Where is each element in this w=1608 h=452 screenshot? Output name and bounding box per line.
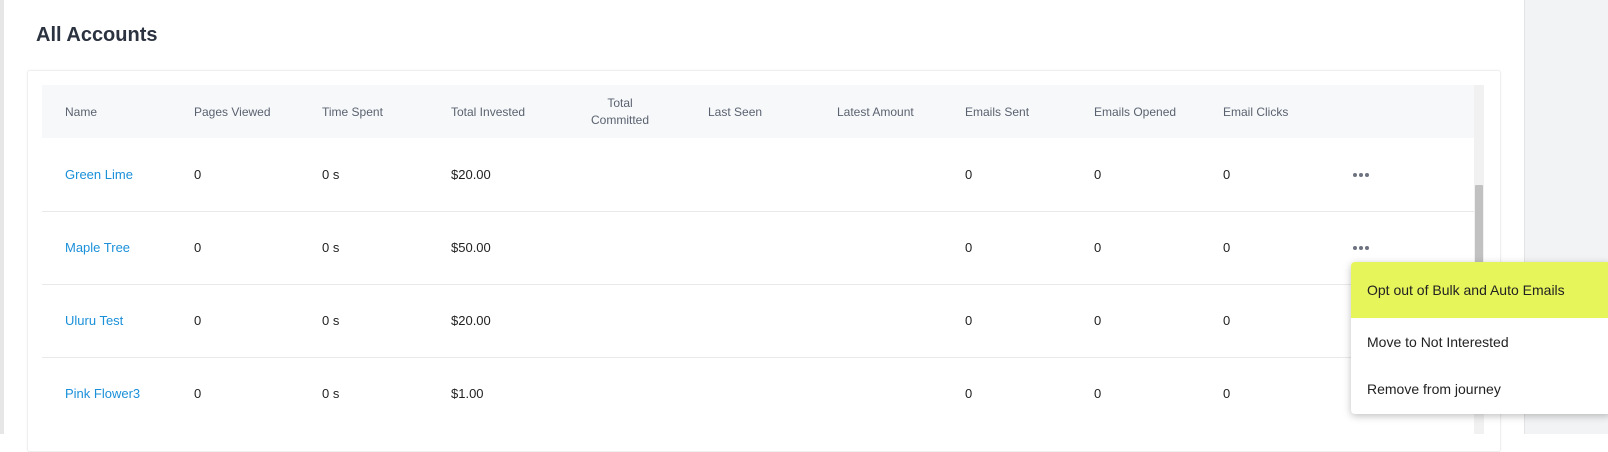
menu-item-remove-from-journey[interactable]: Remove from journey — [1351, 365, 1608, 412]
header-latest-amount[interactable]: Latest Amount — [837, 85, 914, 138]
page-title: All Accounts — [36, 24, 158, 46]
emails-sent-cell: 0 — [965, 313, 973, 328]
table-row: Maple Tree 0 0 s $50.00 0 0 0 — [42, 211, 1474, 285]
total-invested-cell: $20.00 — [451, 313, 491, 328]
emails-sent-cell: 0 — [965, 240, 973, 255]
pages-viewed-cell: 0 — [194, 386, 202, 401]
header-total-committed-line1: Total — [607, 95, 633, 110]
pages-viewed-cell: 0 — [194, 167, 202, 182]
header-emails-opened[interactable]: Emails Opened — [1094, 85, 1176, 138]
time-spent-cell: 0 s — [322, 167, 340, 182]
more-horizontal-icon[interactable] — [1353, 138, 1371, 211]
left-edge-border — [0, 0, 4, 434]
menu-item-move-to-not-interested[interactable]: Move to Not Interested — [1351, 318, 1608, 365]
total-invested-cell: $20.00 — [451, 167, 491, 182]
email-clicks-cell: 0 — [1223, 313, 1231, 328]
email-clicks-cell: 0 — [1223, 386, 1231, 401]
pages-viewed-cell: 0 — [194, 240, 202, 255]
header-time-spent[interactable]: Time Spent — [322, 85, 383, 138]
row-actions-menu: Opt out of Bulk and Auto Emails Move to … — [1351, 262, 1608, 414]
accounts-table: Name Pages Viewed Time Spent Total Inves… — [42, 85, 1474, 434]
emails-opened-cell: 0 — [1094, 386, 1102, 401]
time-spent-cell: 0 s — [322, 240, 340, 255]
emails-opened-cell: 0 — [1094, 313, 1102, 328]
pages-viewed-cell: 0 — [194, 313, 202, 328]
email-clicks-cell: 0 — [1223, 240, 1231, 255]
menu-item-opt-out-emails[interactable]: Opt out of Bulk and Auto Emails — [1351, 262, 1608, 318]
emails-sent-cell: 0 — [965, 386, 973, 401]
table-row: Uluru Test 0 0 s $20.00 0 0 0 — [42, 284, 1474, 358]
header-pages-viewed[interactable]: Pages Viewed — [194, 85, 271, 138]
header-last-seen[interactable]: Last Seen — [708, 85, 762, 138]
header-total-committed[interactable]: Total Committed — [580, 85, 660, 138]
time-spent-cell: 0 s — [322, 313, 340, 328]
table-header: Name Pages Viewed Time Spent Total Inves… — [42, 85, 1474, 138]
emails-sent-cell: 0 — [965, 167, 973, 182]
table-row: Pink Flower3 0 0 s $1.00 0 0 0 — [42, 357, 1474, 430]
header-total-invested[interactable]: Total Invested — [451, 85, 525, 138]
header-name[interactable]: Name — [65, 85, 97, 138]
emails-opened-cell: 0 — [1094, 167, 1102, 182]
account-name-link[interactable]: Uluru Test — [65, 284, 123, 357]
time-spent-cell: 0 s — [322, 386, 340, 401]
header-email-clicks[interactable]: Email Clicks — [1223, 85, 1288, 138]
account-name-link[interactable]: Green Lime — [65, 138, 133, 211]
header-emails-sent[interactable]: Emails Sent — [965, 85, 1029, 138]
account-name-link[interactable]: Pink Flower3 — [65, 357, 140, 430]
total-invested-cell: $50.00 — [451, 240, 491, 255]
email-clicks-cell: 0 — [1223, 167, 1231, 182]
total-invested-cell: $1.00 — [451, 386, 484, 401]
header-total-committed-line2: Committed — [590, 112, 649, 127]
emails-opened-cell: 0 — [1094, 240, 1102, 255]
account-name-link[interactable]: Maple Tree — [65, 211, 130, 284]
table-row: Green Lime 0 0 s $20.00 0 0 0 — [42, 138, 1474, 212]
